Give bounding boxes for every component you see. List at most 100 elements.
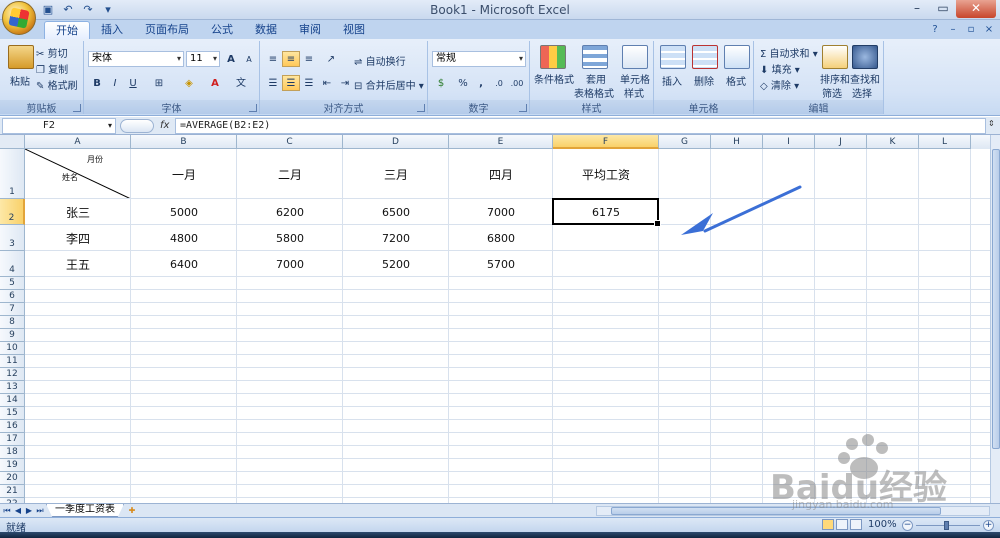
cell-style-button-line2[interactable]: 样式 <box>624 85 644 100</box>
clear-button[interactable]: ◇ 清除 ▾ <box>760 77 799 92</box>
help-icon[interactable]: ? <box>928 23 942 36</box>
comma-button[interactable]: , <box>472 75 490 91</box>
number-format-select[interactable]: 常规 <box>432 51 526 67</box>
row-header-7[interactable]: 7 <box>0 303 25 316</box>
dialog-launcher-icon[interactable] <box>519 104 527 112</box>
value-cell[interactable]: 4800 <box>131 225 237 251</box>
name-cell[interactable]: 李四 <box>25 225 131 251</box>
delete-cells-icon[interactable] <box>692 45 718 69</box>
table-format-button-line2[interactable]: 表格格式 <box>574 85 614 100</box>
shrink-font-button[interactable]: A <box>240 51 258 67</box>
column-header-E[interactable]: E <box>449 135 553 149</box>
row-header-1[interactable]: 1 <box>0 149 25 199</box>
row-header-13[interactable]: 13 <box>0 381 25 394</box>
column-header-G[interactable]: G <box>659 135 711 149</box>
formula-cancel-enter[interactable] <box>120 119 154 133</box>
value-cell[interactable]: 6200 <box>237 199 343 225</box>
name-box[interactable]: F2 <box>2 118 116 134</box>
maximize-button[interactable]: ▭ <box>930 0 956 18</box>
zoom-level[interactable]: 100% <box>868 519 897 530</box>
row-header-8[interactable]: 8 <box>0 316 25 329</box>
dialog-launcher-icon[interactable] <box>249 104 257 112</box>
row-header-12[interactable]: 12 <box>0 368 25 381</box>
row-header-16[interactable]: 16 <box>0 420 25 433</box>
page-layout-view-icon[interactable] <box>836 519 848 530</box>
row-header-2[interactable]: 2 <box>0 199 25 225</box>
zoom-in-icon[interactable]: + <box>983 520 994 531</box>
restore-workbook-icon[interactable]: ▫ <box>964 23 978 36</box>
format-cells-button[interactable]: 格式 <box>726 73 746 88</box>
cell-style-icon[interactable] <box>622 45 648 69</box>
row-header-20[interactable]: 20 <box>0 472 25 485</box>
prev-sheet-icon[interactable]: ◀ <box>13 505 23 516</box>
paste-icon[interactable] <box>8 45 34 69</box>
value-cell[interactable]: 6400 <box>131 251 237 277</box>
value-cell[interactable]: 5800 <box>237 225 343 251</box>
delete-cells-button[interactable]: 删除 <box>694 73 714 88</box>
row-header-14[interactable]: 14 <box>0 394 25 407</box>
vertical-scroll-thumb[interactable] <box>992 149 1000 449</box>
minimize-button[interactable]: – <box>904 0 930 18</box>
column-header-A[interactable]: A <box>25 135 131 149</box>
first-sheet-icon[interactable]: ⏮ <box>2 505 12 516</box>
bold-button[interactable]: B <box>88 75 106 91</box>
font-color-icon[interactable]: A <box>206 75 224 91</box>
align-bottom-icon[interactable]: ≡ <box>300 51 318 67</box>
align-top-icon[interactable]: ≡ <box>264 51 282 67</box>
find-select-button-line2[interactable]: 选择 <box>852 85 872 100</box>
conditional-format-icon[interactable] <box>540 45 566 69</box>
font-name-select[interactable]: 宋体 <box>88 51 184 67</box>
insert-cells-button[interactable]: 插入 <box>662 73 682 88</box>
column-header-C[interactable]: C <box>237 135 343 149</box>
value-cell[interactable]: 6800 <box>449 225 553 251</box>
orientation-icon[interactable]: ↗ <box>322 51 340 67</box>
percent-button[interactable]: % <box>454 75 472 91</box>
header-cell-month[interactable]: 三月 <box>343 149 449 199</box>
normal-view-icon[interactable] <box>822 519 834 530</box>
row-header-4[interactable]: 4 <box>0 251 25 277</box>
column-header-B[interactable]: B <box>131 135 237 149</box>
zoom-knob[interactable] <box>944 521 949 530</box>
horizontal-scroll-thumb[interactable] <box>611 507 941 515</box>
header-cell-month[interactable]: 四月 <box>449 149 553 199</box>
value-cell[interactable]: 7000 <box>237 251 343 277</box>
cut-button[interactable]: ✂ 剪切 <box>36 45 68 60</box>
row-header-10[interactable]: 10 <box>0 342 25 355</box>
table-format-button-line1[interactable]: 套用 <box>586 71 606 86</box>
currency-icon[interactable]: $ <box>432 75 450 91</box>
column-header-F[interactable]: F <box>553 135 659 149</box>
tab-6[interactable]: 视图 <box>332 21 376 39</box>
find-select-button-line1[interactable]: 查找和 <box>850 71 880 86</box>
row-header-5[interactable]: 5 <box>0 277 25 290</box>
value-cell[interactable]: 5200 <box>343 251 449 277</box>
copy-button[interactable]: ❐ 复制 <box>36 61 68 76</box>
find-select-icon[interactable] <box>852 45 878 69</box>
header-cell-month[interactable]: 一月 <box>131 149 237 199</box>
row-header-15[interactable]: 15 <box>0 407 25 420</box>
merge-center-button[interactable]: ⊟ 合并后居中 ▾ <box>354 77 424 92</box>
row-header-6[interactable]: 6 <box>0 290 25 303</box>
row-header-18[interactable]: 18 <box>0 446 25 459</box>
wrap-text-button[interactable]: ⇌ 自动换行 <box>354 53 406 68</box>
row-header-3[interactable]: 3 <box>0 225 25 251</box>
row-header-19[interactable]: 19 <box>0 459 25 472</box>
italic-button[interactable]: I <box>106 75 124 91</box>
decrease-indent-icon[interactable]: ⇤ <box>318 75 336 91</box>
tab-1[interactable]: 插入 <box>90 21 134 39</box>
align-right-icon[interactable]: ☰ <box>300 75 318 91</box>
format-painter-button[interactable]: ✎ 格式刷 <box>36 77 78 92</box>
align-center-icon[interactable]: ☰ <box>282 75 300 91</box>
office-button[interactable] <box>2 1 36 35</box>
format-cells-icon[interactable] <box>724 45 750 69</box>
horizontal-scrollbar[interactable] <box>596 506 990 516</box>
conditional-format-button[interactable]: 条件格式 <box>534 71 574 86</box>
fill-color-icon[interactable]: ◈ <box>180 75 198 91</box>
zoom-slider[interactable]: − + <box>902 520 994 531</box>
sheet-tab[interactable]: 一季度工资表 <box>46 504 124 517</box>
column-header-D[interactable]: D <box>343 135 449 149</box>
insert-sheet-icon[interactable]: ✚ <box>124 505 140 516</box>
expand-formula-bar-icon[interactable]: ⇕ <box>988 119 998 133</box>
tab-3[interactable]: 公式 <box>200 21 244 39</box>
minimize-workbook-icon[interactable]: – <box>946 23 960 36</box>
paste-button[interactable]: 粘贴 <box>10 73 30 88</box>
